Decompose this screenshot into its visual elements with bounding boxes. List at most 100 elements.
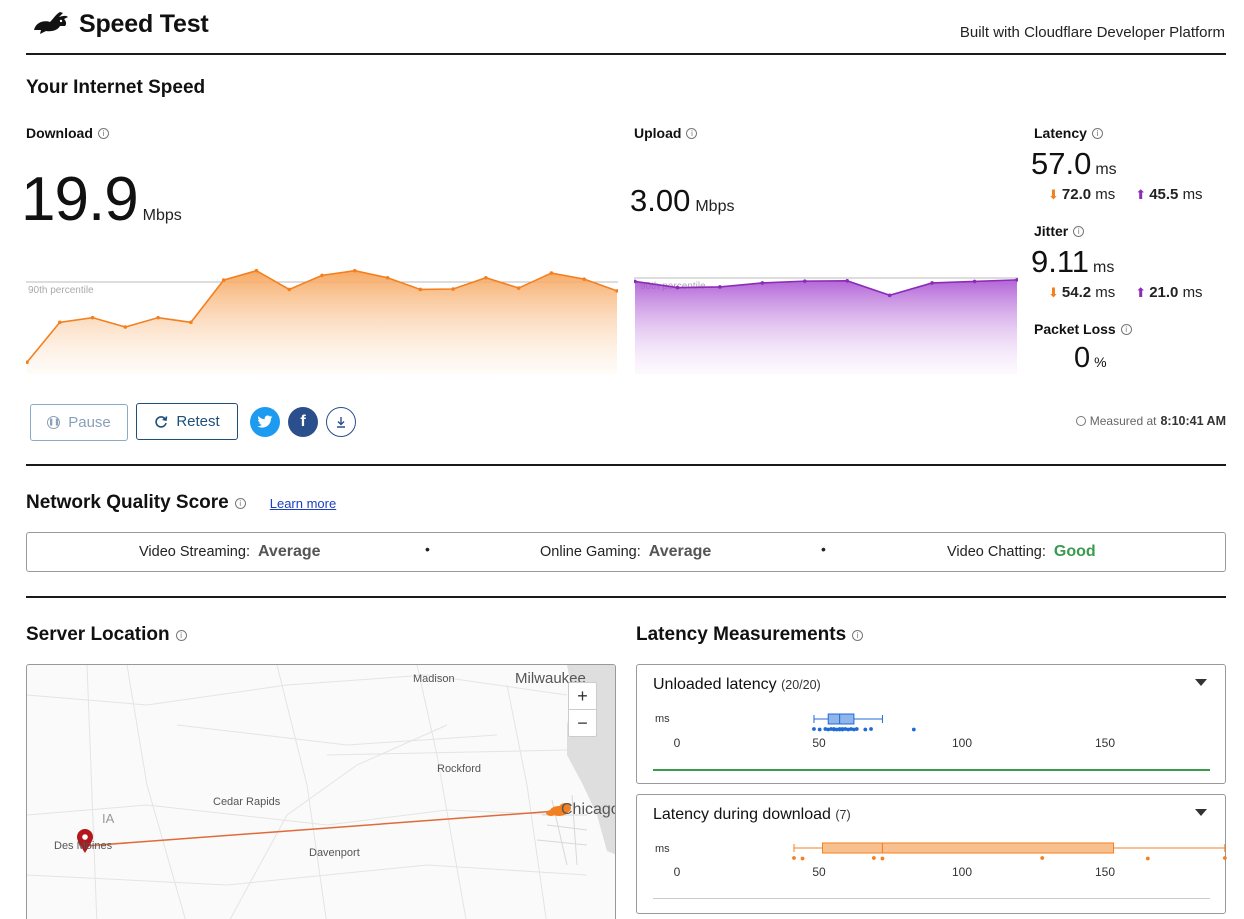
panel-status-bar [653, 769, 1210, 771]
axis-tick: 0 [673, 865, 681, 879]
latency-point [1145, 856, 1150, 861]
upload-value: 3.00 [630, 183, 691, 218]
download-icon [337, 417, 345, 428]
nqs-video-streaming: Video Streaming: Average [139, 543, 321, 561]
latency-point [1040, 856, 1045, 860]
measured-at: Measured at 8:10:41 AM [1075, 414, 1226, 428]
pause-icon: ❚❚ [47, 416, 61, 429]
map-background [27, 665, 615, 919]
latency-label: Latency i [1034, 125, 1103, 141]
retest-label: Retest [176, 413, 220, 430]
rabbit-logo-icon [34, 12, 68, 34]
info-icon[interactable]: i [686, 127, 698, 139]
axis-tick: 150 [1094, 865, 1116, 879]
info-icon[interactable]: i [1120, 323, 1132, 335]
download-results-button[interactable] [326, 407, 356, 437]
facebook-share-button[interactable]: f [288, 407, 318, 437]
latency-point [863, 727, 868, 732]
jitter-label-text: Jitter [1034, 223, 1069, 239]
info-icon[interactable]: i [1091, 127, 1103, 139]
built-with-text[interactable]: Built with Cloudflare Developer Platform [960, 24, 1225, 41]
upload-point [972, 279, 977, 284]
zoom-in-button[interactable]: + [569, 683, 596, 710]
latency-point [869, 727, 873, 731]
download-point [123, 325, 128, 329]
axis-tick: 0 [673, 736, 681, 750]
download-point [385, 275, 390, 280]
info-icon[interactable]: i [234, 497, 246, 509]
download-arrow-icon: ⬇ [1048, 285, 1059, 300]
header-divider [26, 53, 1226, 55]
axis-tick: 100 [951, 865, 973, 879]
map-label-davenport: Davenport [309, 847, 360, 859]
latency-point [812, 727, 816, 731]
download-point [156, 315, 160, 320]
download-label-text: Download [26, 125, 93, 141]
refresh-icon [155, 415, 168, 428]
download-point [254, 268, 259, 273]
download-point [221, 278, 226, 282]
app-title: Speed Test [79, 10, 209, 38]
info-icon[interactable]: i [97, 127, 109, 139]
map-label-chicago: Chicago [561, 801, 616, 818]
packet-loss-unit: % [1094, 354, 1107, 370]
download-point [189, 320, 193, 325]
info-icon[interactable]: i [1073, 225, 1085, 237]
map-label-ia: IA [102, 811, 115, 826]
download-area [27, 270, 617, 374]
nqs-header: Network Quality Score i Learn more [26, 492, 336, 514]
info-icon[interactable]: i [175, 629, 187, 641]
upload-point [887, 293, 892, 298]
info-icon[interactable]: i [852, 629, 864, 641]
packet-loss-value-group: 0 % [1074, 342, 1107, 375]
latency-point [792, 856, 796, 860]
jitter-up-unit: ms [1182, 284, 1203, 301]
map-label-rockford: Rockford [437, 763, 482, 775]
latency-point [1222, 856, 1227, 860]
latency-down-value: 72.0 [1061, 186, 1092, 203]
jitter-unit: ms [1093, 259, 1115, 276]
retest-button[interactable]: Retest [136, 403, 238, 440]
section-divider [26, 464, 1226, 466]
download-point [57, 320, 62, 325]
upload-point [802, 279, 807, 283]
download-point [582, 277, 587, 281]
download-point [320, 273, 324, 278]
upload-point [675, 285, 680, 290]
latency-value-group: 57.0 ms [1031, 146, 1117, 182]
download-latency-panel[interactable]: Latency during download (7) ms 0 50 100 … [636, 794, 1227, 914]
upload-arrow-icon: ⬆ [1135, 187, 1147, 202]
download-arrow-icon: ⬇ [1048, 187, 1059, 202]
download-unit: Mbps [142, 207, 182, 224]
download-latency-boxplot [792, 842, 1227, 861]
pause-button[interactable]: ❚❚ Pause [30, 404, 128, 441]
learn-more-link[interactable]: Learn more [270, 496, 336, 511]
upload-chart: 90th percentile [634, 277, 1018, 374]
server-location-header: Server Location i [26, 624, 187, 646]
download-point [352, 268, 357, 273]
jitter-down-value: 54.2 [1061, 284, 1092, 301]
latency-up-unit: ms [1182, 186, 1203, 203]
upload-point [930, 281, 934, 285]
download-point [451, 287, 455, 291]
upload-label: Upload i [634, 125, 698, 141]
nqs-label: Video Chatting: [947, 544, 1046, 560]
pause-label: Pause [68, 414, 111, 431]
download-point [516, 286, 521, 290]
packet-loss-label: Packet Loss i [1034, 321, 1132, 337]
measured-time: 8:10:41 AM [1160, 414, 1226, 428]
axis-tick: 50 [812, 865, 826, 879]
unloaded-latency-panel[interactable]: Unloaded latency (20/20) ms 0 50 100 150 [636, 664, 1226, 784]
jitter-value-group: 9.11 ms [1031, 244, 1114, 280]
twitter-share-button[interactable] [250, 407, 280, 437]
latency-sub-values: ⬇ 72.0 ms ⬆ 45.5 ms [1048, 186, 1203, 203]
download-point [418, 287, 423, 292]
latency-point [854, 727, 859, 731]
latency-measurements-title: Latency Measurements [636, 624, 847, 645]
map-zoom-control: + − [568, 682, 597, 737]
zoom-out-button[interactable]: − [569, 710, 596, 737]
server-map[interactable]: Madison Milwaukee Rockford Cedar Rapids … [26, 664, 616, 919]
section-divider [26, 596, 1226, 598]
jitter-value: 9.11 [1031, 244, 1090, 279]
download-point [287, 287, 292, 292]
